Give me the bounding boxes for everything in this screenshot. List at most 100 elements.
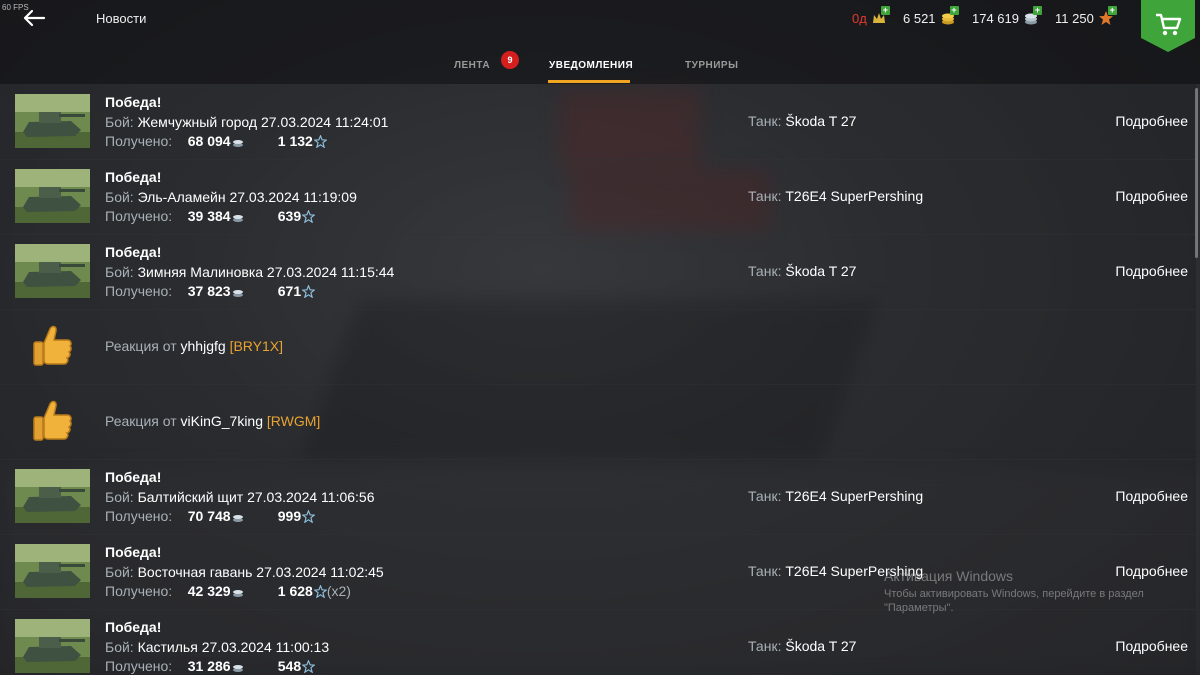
watermark-subtitle: Чтобы активировать Windows, перейдите в … [884,588,1144,614]
tab-notifications[interactable]: УВЕДОМЛЕНИЯ [549,60,633,71]
free-xp-balance[interactable]: 11 250 + [1055,6,1117,26]
battle-notification[interactable]: Победа! Бой: Эль-Аламейн 27.03.2024 11:1… [0,159,1196,235]
credits-icon: + [1023,6,1042,26]
received-label: Получено: [105,658,173,674]
xp-star-icon [301,284,316,304]
result-title: Победа! [105,94,162,110]
tank-name: T26E4 SuperPershing [785,188,924,204]
received-label: Получено: [105,283,173,299]
map-name: Балтийский щит [137,488,244,505]
tank-thumbnail [15,244,90,298]
tank-name: Škoda T 27 [785,113,857,129]
result-title: Победа! [105,544,162,560]
credits-coin-icon [232,509,244,529]
tank-prefix: Танк: [748,188,782,204]
top-bar: 60 FPS Новости 0д + 6 521 + 174 619 + 11… [0,0,1200,84]
result-title: Победа! [105,619,162,635]
battle-prefix: Бой: [105,488,134,505]
tank-prefix: Танк: [748,113,782,129]
tank-name: T26E4 SuperPershing [785,488,924,504]
credits-earned: 31 286 [187,658,231,674]
details-link[interactable]: Подробнее [1115,113,1188,129]
tank-thumbnail [15,469,90,523]
tab-tournaments[interactable]: ТУРНИРЫ [685,60,738,71]
tank-thumbnail [15,619,90,673]
premium-icon: + [871,6,890,26]
xp-earned: 1 628 [277,583,313,599]
back-button[interactable] [20,6,48,30]
tank-prefix: Танк: [748,563,782,579]
reaction-notification[interactable]: Реакция от viKinG_7king [RWGM] [0,384,1196,460]
battle-datetime: 27.03.2024 11:06:56 [247,488,375,505]
xp-multiplier: (x2) [326,583,351,599]
xp-star-icon [301,509,316,529]
map-name: Кастилья [137,638,198,655]
battle-notification[interactable]: Победа! Бой: Зимняя Малиновка 27.03.2024… [0,234,1196,310]
credits-value: 174 619 [972,10,1019,26]
received-label: Получено: [105,208,173,224]
add-gold-icon[interactable]: + [949,6,959,15]
credits-coin-icon [232,584,244,604]
page-title: Новости [96,11,147,26]
feed-unread-badge: 9 [501,51,519,69]
add-free-xp-icon[interactable]: + [1107,6,1117,15]
details-link[interactable]: Подробнее [1115,263,1188,279]
battle-notification[interactable]: Победа! Бой: Кастилья 27.03.2024 11:00:1… [0,609,1196,675]
reaction-prefix: Реакция от [105,338,177,354]
credits-earned: 37 823 [187,283,231,299]
received-label: Получено: [105,508,173,524]
tank-prefix: Танк: [748,638,782,654]
battle-datetime: 27.03.2024 11:00:13 [201,638,330,655]
map-name: Восточная гавань [137,563,253,580]
details-link[interactable]: Подробнее [1115,188,1188,204]
battle-datetime: 27.03.2024 11:02:45 [256,563,384,580]
thumbs-up-icon [30,323,74,369]
credits-balance[interactable]: 174 619 + [972,6,1042,26]
reaction-notification[interactable]: Реакция от yhhjgfg [BRY1X] [0,309,1196,385]
battle-datetime: 27.03.2024 11:15:44 [266,263,395,280]
battle-prefix: Бой: [105,263,134,280]
battle-prefix: Бой: [105,113,134,130]
credits-earned: 68 094 [187,133,231,149]
xp-earned: 548 [277,658,302,674]
map-name: Зимняя Малиновка [137,263,264,280]
battle-prefix: Бой: [105,638,134,655]
map-name: Жемчужный город [137,113,258,130]
credits-earned: 42 329 [187,583,231,599]
battle-prefix: Бой: [105,188,134,205]
details-link[interactable]: Подробнее [1115,488,1188,504]
credits-earned: 70 748 [187,508,231,524]
battle-notification[interactable]: Победа! Бой: Балтийский щит 27.03.2024 1… [0,459,1196,535]
player-name[interactable]: viKinG_7king [181,413,264,429]
gold-balance[interactable]: 6 521 + [903,6,959,26]
tank-name: Škoda T 27 [785,638,857,654]
reaction-prefix: Реакция от [105,413,177,429]
map-name: Эль-Аламейн [137,188,226,205]
add-credits-icon[interactable]: + [1033,6,1042,15]
credits-coin-icon [232,284,244,304]
arrow-left-icon [23,9,46,27]
details-link[interactable]: Подробнее [1115,638,1188,654]
battle-datetime: 27.03.2024 11:19:09 [229,188,357,205]
xp-earned: 671 [277,283,302,299]
xp-star-icon [313,584,328,604]
received-label: Получено: [105,133,173,149]
windows-activation-watermark: Активация Windows Чтобы активировать Win… [884,568,1174,615]
clan-tag: [BRY1X] [229,338,283,354]
battle-notification[interactable]: Победа! Бой: Жемчужный город 27.03.2024 … [0,84,1196,160]
battle-datetime: 27.03.2024 11:24:01 [260,113,389,130]
active-tab-indicator [548,80,630,83]
xp-earned: 1 132 [277,133,313,149]
premium-days[interactable]: 0д + [852,6,890,26]
add-premium-icon[interactable]: + [880,6,890,15]
shop-button[interactable] [1141,0,1195,52]
watermark-title: Активация Windows [884,568,1014,584]
tank-thumbnail [15,169,90,223]
player-name[interactable]: yhhjgfg [181,338,226,354]
tank-thumbnail [15,94,90,148]
result-title: Победа! [105,169,162,185]
credits-earned: 39 384 [187,208,231,224]
list-scrollbar[interactable] [1195,88,1198,258]
tab-feed[interactable]: ЛЕНТА [454,60,490,71]
xp-star-icon [313,134,328,154]
